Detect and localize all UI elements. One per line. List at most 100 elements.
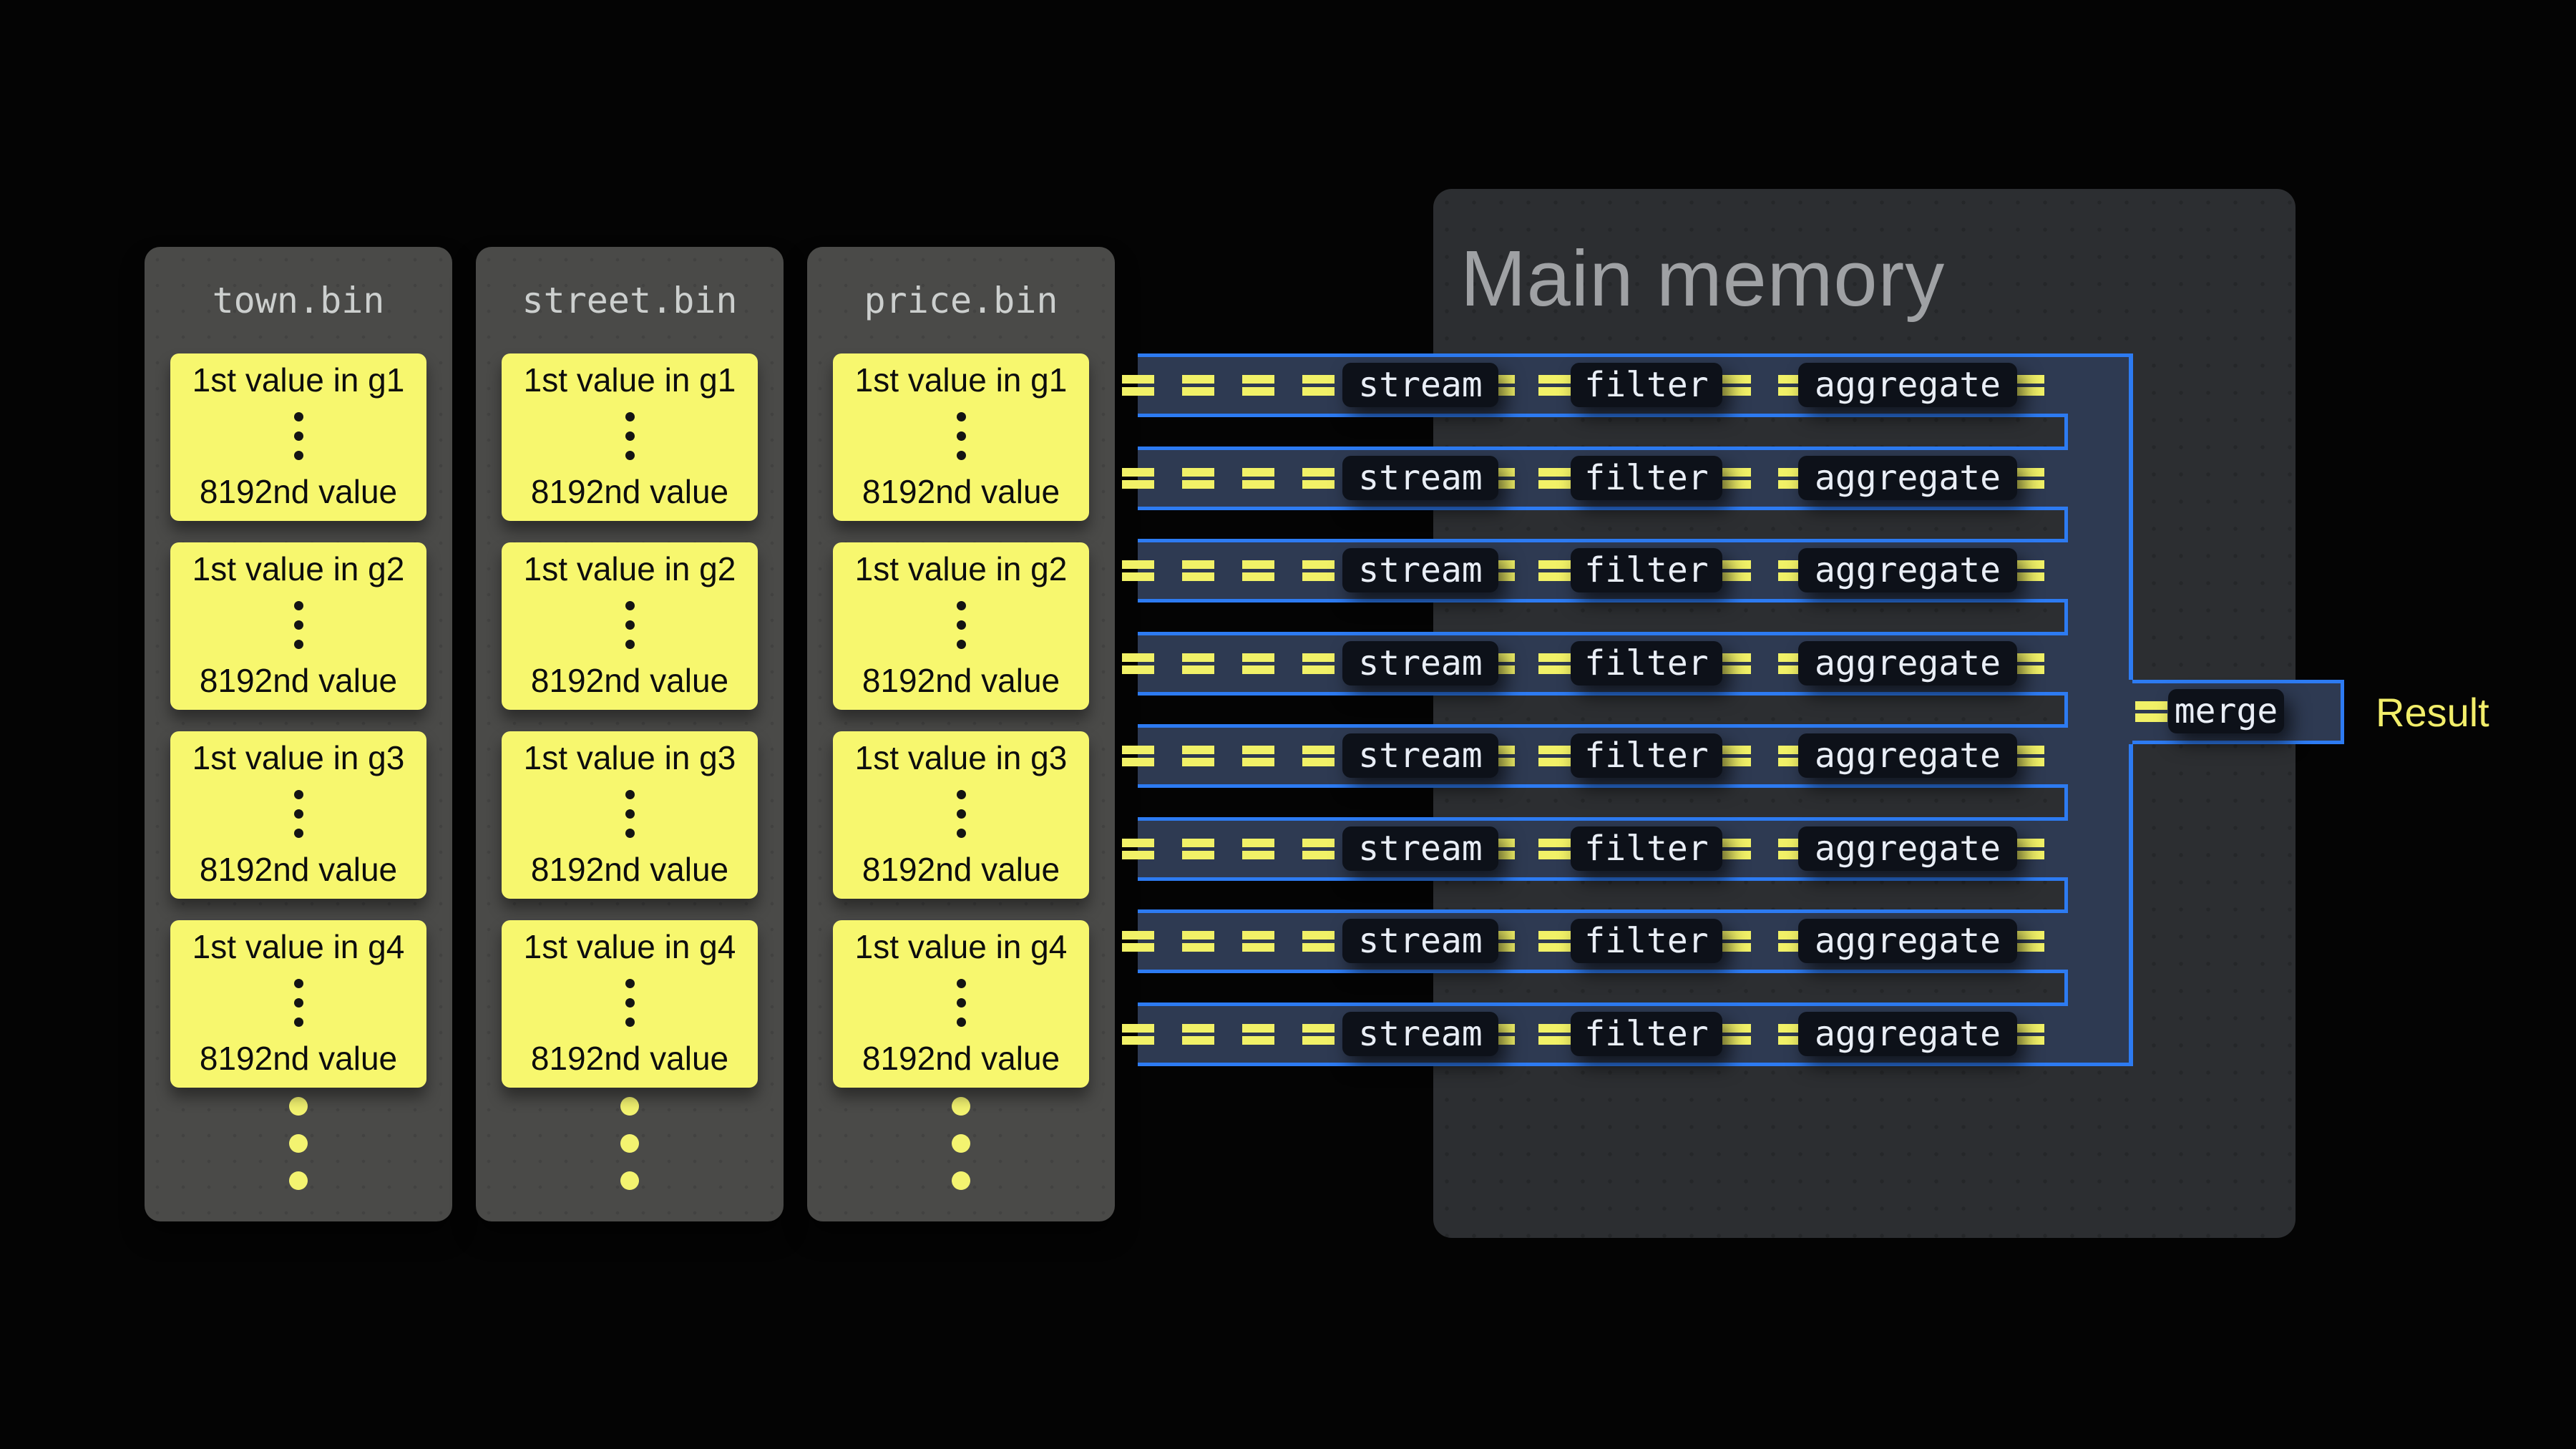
value-block-top-label: 1st value in g3 bbox=[524, 738, 736, 777]
pipeline-row: stream filter aggregate bbox=[1138, 447, 2132, 510]
value-block: 1st value in g18192nd value bbox=[502, 353, 758, 521]
flow-dash-icon bbox=[1302, 1024, 1335, 1045]
stage-chip-filter: filter bbox=[1571, 548, 1722, 592]
flow-dash-icon bbox=[1182, 560, 1214, 581]
value-block-top-label: 1st value in g2 bbox=[855, 550, 1068, 588]
value-block-ellipsis bbox=[625, 412, 635, 460]
stage-chip-aggregate: aggregate bbox=[1798, 826, 2017, 871]
flow-dash-icon bbox=[1302, 653, 1335, 674]
file-column-header: price.bin bbox=[807, 247, 1115, 354]
flow-dash-icon bbox=[1719, 375, 1751, 396]
flow-dash-icon bbox=[1538, 375, 1571, 396]
stage-chip-filter: filter bbox=[1571, 1012, 1722, 1056]
stage-chip-stream: stream bbox=[1342, 1012, 1498, 1056]
value-block-top-label: 1st value in g2 bbox=[524, 550, 736, 588]
stage-chip-stream: stream bbox=[1342, 826, 1498, 871]
stage-chip-stream: stream bbox=[1342, 456, 1498, 500]
value-block-ellipsis bbox=[294, 979, 303, 1027]
ellipsis-dot-icon bbox=[294, 1018, 303, 1027]
value-block-ellipsis bbox=[625, 979, 635, 1027]
ellipsis-dot-icon bbox=[957, 601, 966, 610]
flow-dash-icon bbox=[1302, 560, 1335, 581]
pipeline-gap bbox=[1138, 414, 2068, 450]
ellipsis-dot-icon bbox=[294, 809, 303, 819]
ellipsis-dot-icon bbox=[957, 620, 966, 630]
ellipsis-dot-icon bbox=[294, 601, 303, 610]
value-block-top-label: 1st value in g4 bbox=[524, 927, 736, 966]
main-memory-title: Main memory bbox=[1460, 236, 1945, 322]
flow-dash-icon bbox=[1182, 1024, 1214, 1045]
stage-chip-stream: stream bbox=[1342, 733, 1498, 778]
flow-dash-icon bbox=[1122, 931, 1154, 952]
flow-dash-icon bbox=[1719, 839, 1751, 859]
ellipsis-dot-icon bbox=[620, 1134, 639, 1153]
ellipsis-dot-icon bbox=[957, 451, 966, 460]
file-column-price: price.bin1st value in g18192nd value1st … bbox=[807, 247, 1115, 1221]
stage-chip-filter: filter bbox=[1571, 456, 1722, 500]
value-block: 1st value in g2 8192nd value bbox=[833, 542, 1089, 710]
stage-chip-aggregate: aggregate bbox=[1798, 456, 2017, 500]
file-column-header: town.bin bbox=[145, 247, 452, 354]
value-block-ellipsis bbox=[957, 412, 966, 460]
flow-dash-icon bbox=[1719, 560, 1751, 581]
flow-dash-icon bbox=[1538, 746, 1571, 766]
ellipsis-dot-icon bbox=[957, 809, 966, 819]
stage-chip-filter: filter bbox=[1571, 733, 1722, 778]
flow-dash-icon bbox=[1242, 375, 1274, 396]
pipeline-gap bbox=[1138, 877, 2068, 914]
ellipsis-dot-icon bbox=[294, 431, 303, 441]
flow-dash-icon bbox=[1122, 653, 1154, 674]
pipeline-row: streamfilteraggregate bbox=[1138, 353, 2132, 417]
pipeline-row: streamfilteraggregate bbox=[1138, 1002, 2132, 1066]
stage-chip-filter: filter bbox=[1571, 641, 1722, 686]
flow-dash-icon bbox=[1182, 931, 1214, 952]
value-block-top-label: 1st value in g4 bbox=[855, 927, 1068, 966]
stage-chip-stream: stream bbox=[1342, 641, 1498, 686]
value-block-ellipsis bbox=[294, 790, 303, 838]
flow-dash-icon bbox=[1122, 1024, 1154, 1045]
ellipsis-dot-icon bbox=[294, 829, 303, 838]
pipeline-gap bbox=[1138, 507, 2068, 543]
flow-dash-icon bbox=[1122, 839, 1154, 859]
flow-dash-icon bbox=[1302, 839, 1335, 859]
value-block: 1st value in g38192nd value bbox=[833, 731, 1089, 899]
flow-dash-icon bbox=[1302, 468, 1335, 489]
pipeline-right-border bbox=[2129, 353, 2133, 680]
stage-chip-aggregate: aggregate bbox=[1798, 641, 2017, 686]
flow-dash-icon bbox=[2135, 701, 2167, 722]
value-block-bottom-label: 8192nd value bbox=[531, 850, 728, 889]
value-block-ellipsis bbox=[294, 601, 303, 649]
value-block-top-label: 1st value in g2 bbox=[192, 550, 405, 588]
ellipsis-dot-icon bbox=[620, 1097, 639, 1116]
ellipsis-dot-icon bbox=[289, 1134, 308, 1153]
ellipsis-dot-icon bbox=[957, 790, 966, 799]
column-ellipsis bbox=[145, 1097, 452, 1190]
flow-dash-icon bbox=[1538, 560, 1571, 581]
column-ellipsis bbox=[476, 1097, 784, 1190]
merge-band: merge bbox=[2132, 680, 2344, 744]
flow-dash-icon bbox=[1302, 375, 1335, 396]
value-block-top-label: 1st value in g1 bbox=[524, 361, 736, 399]
flow-dash-icon bbox=[1719, 653, 1751, 674]
value-block-bottom-label: 8192nd value bbox=[862, 472, 1060, 511]
value-block-bottom-label: 8192nd value bbox=[862, 661, 1060, 700]
stage-chip-aggregate: aggregate bbox=[1798, 733, 2017, 778]
value-block-ellipsis bbox=[625, 601, 635, 649]
ellipsis-dot-icon bbox=[625, 412, 635, 421]
figure-canvas: Main memory town.bin1st value in g18192n… bbox=[0, 0, 2576, 1449]
pipeline-gap bbox=[1138, 692, 2068, 728]
flow-dash-icon bbox=[1182, 468, 1214, 489]
value-block-ellipsis bbox=[957, 790, 966, 838]
pipeline-right-border bbox=[2129, 744, 2133, 1066]
value-block-bottom-label: 8192nd value bbox=[200, 472, 397, 511]
flow-dash-icon bbox=[1719, 1024, 1751, 1045]
stage-chip-filter: filter bbox=[1571, 826, 1722, 871]
merge-chip: merge bbox=[2168, 689, 2284, 733]
ellipsis-dot-icon bbox=[957, 1018, 966, 1027]
ellipsis-dot-icon bbox=[957, 979, 966, 988]
value-block-ellipsis bbox=[957, 601, 966, 649]
flow-dash-icon bbox=[1242, 931, 1274, 952]
ellipsis-dot-icon bbox=[625, 790, 635, 799]
flow-dash-icon bbox=[1538, 468, 1571, 489]
pipeline-gap bbox=[1138, 784, 2068, 821]
